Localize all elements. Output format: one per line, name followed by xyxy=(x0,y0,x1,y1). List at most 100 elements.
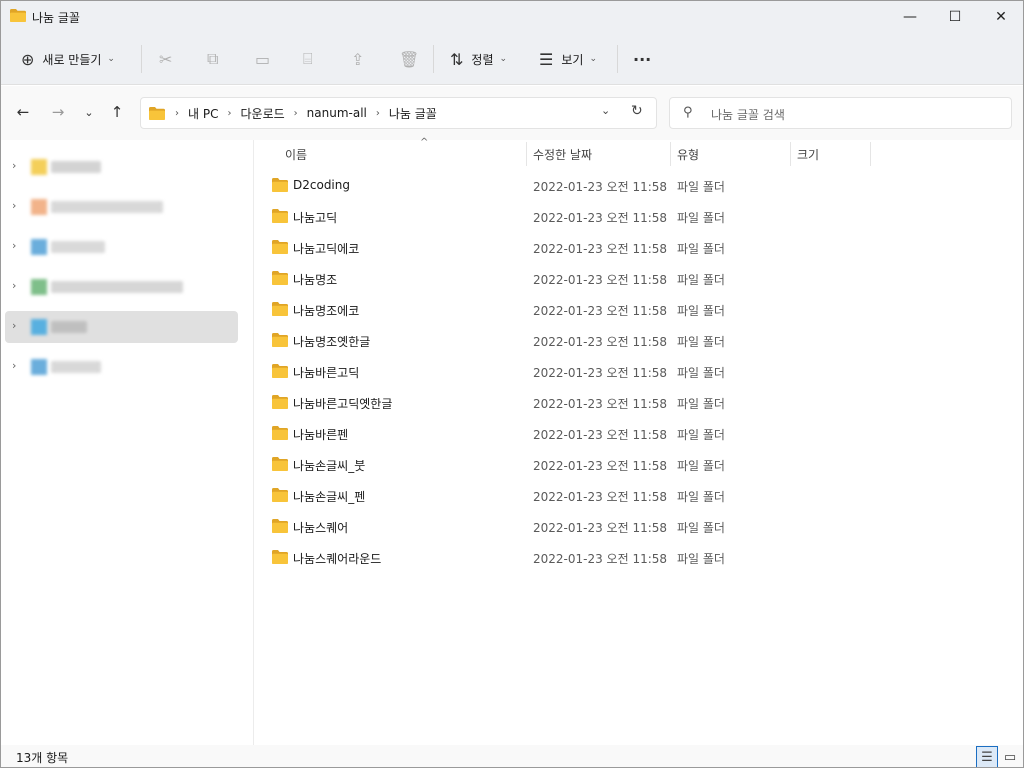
file-date: 2022-01-23 오전 11:58 xyxy=(533,397,668,411)
file-row[interactable]: 나눔손글씨_붓 2022-01-23 오전 11:58 파일 폴더 xyxy=(255,449,1023,480)
folder-icon xyxy=(10,9,26,22)
file-name: 나눔스퀘어 xyxy=(293,521,349,535)
nav-tree-item[interactable]: › xyxy=(5,191,238,223)
details-view-button[interactable]: ☰ xyxy=(976,746,998,767)
file-name: 나눔손글씨_붓 xyxy=(293,459,366,473)
navigation-row: ← → ⌄ ↑ › 내 PC › 다운로드 › nanum-all › 나눔 글… xyxy=(1,86,1023,140)
search-placeholder: 나눔 글꼴 검색 xyxy=(711,108,785,122)
file-row[interactable]: 나눔고딕에코 2022-01-23 오전 11:58 파일 폴더 xyxy=(255,232,1023,263)
refresh-icon[interactable]: ↻ xyxy=(631,103,643,119)
nav-tree-item[interactable]: › xyxy=(5,231,238,263)
file-row[interactable]: 나눔명조 2022-01-23 오전 11:58 파일 폴더 xyxy=(255,263,1023,294)
file-row[interactable]: 나눔스퀘어라운드 2022-01-23 오전 11:58 파일 폴더 xyxy=(255,542,1023,573)
file-row[interactable]: 나눔고딕 2022-01-23 오전 11:58 파일 폴더 xyxy=(255,201,1023,232)
column-header-name[interactable]: 이름 ^ xyxy=(277,137,527,168)
nav-tree-item[interactable]: › xyxy=(5,351,238,383)
delete-button[interactable]: 🗑 xyxy=(399,43,419,75)
maximize-button[interactable]: ☐ xyxy=(932,1,978,33)
file-type: 파일 폴더 xyxy=(677,428,725,442)
chevron-right-icon[interactable]: › xyxy=(12,239,16,252)
redacted-icon xyxy=(31,159,47,175)
recent-locations-button[interactable]: ⌄ xyxy=(77,100,101,124)
file-row[interactable]: D2coding 2022-01-23 오전 11:58 파일 폴더 xyxy=(255,170,1023,201)
file-type: 파일 폴더 xyxy=(677,180,725,194)
search-input[interactable]: ⚲ 나눔 글꼴 검색 xyxy=(669,97,1012,129)
file-row[interactable]: 나눔스퀘어 2022-01-23 오전 11:58 파일 폴더 xyxy=(255,511,1023,542)
rename-icon: ⌸ xyxy=(303,49,313,68)
folder-icon xyxy=(272,519,288,533)
sort-icon: ⇅ xyxy=(450,49,464,69)
column-header-label: 이름 xyxy=(285,147,308,162)
file-date: 2022-01-23 오전 11:58 xyxy=(533,180,668,194)
new-button[interactable]: ⊕ 새로 만들기 ⌄ xyxy=(21,43,115,75)
file-row[interactable]: 나눔손글씨_펜 2022-01-23 오전 11:58 파일 폴더 xyxy=(255,480,1023,511)
file-row[interactable]: 나눔바른펜 2022-01-23 오전 11:58 파일 폴더 xyxy=(255,418,1023,449)
clipboard-icon: ▭ xyxy=(255,49,271,69)
breadcrumb-current-folder[interactable]: 나눔 글꼴 xyxy=(389,105,437,122)
title-bar: 나눔 글꼴 — ☐ ✕ xyxy=(1,1,1023,33)
column-header-type[interactable]: 유형 xyxy=(669,140,789,168)
file-date: 2022-01-23 오전 11:58 xyxy=(533,459,668,473)
back-button[interactable]: ← xyxy=(11,100,35,124)
copy-button[interactable]: ⧉ xyxy=(207,43,218,75)
chevron-right-icon[interactable]: › xyxy=(12,199,16,212)
file-row[interactable]: 나눔명조옛한글 2022-01-23 오전 11:58 파일 폴더 xyxy=(255,325,1023,356)
chevron-down-icon: ⌄ xyxy=(107,54,115,64)
file-type: 파일 폴더 xyxy=(677,211,725,225)
column-header-label: 크기 xyxy=(797,147,820,162)
chevron-right-icon[interactable]: › xyxy=(12,359,16,372)
folder-icon xyxy=(272,209,288,223)
redacted-label xyxy=(51,201,163,213)
file-type: 파일 폴더 xyxy=(677,366,725,380)
file-row[interactable]: 나눔명조에코 2022-01-23 오전 11:58 파일 폴더 xyxy=(255,294,1023,325)
more-options-button[interactable]: ··· xyxy=(633,43,651,75)
column-header-date[interactable]: 수정한 날짜 xyxy=(525,140,669,168)
scissors-icon: ✂ xyxy=(159,49,173,69)
tiles-view-button[interactable]: ▭ xyxy=(999,746,1021,767)
paste-button[interactable]: ▭ xyxy=(255,43,270,75)
file-row[interactable]: 나눔바른고딕 2022-01-23 오전 11:58 파일 폴더 xyxy=(255,356,1023,387)
file-name: 나눔고딕 xyxy=(293,211,338,225)
file-row[interactable]: 나눔바른고딕옛한글 2022-01-23 오전 11:58 파일 폴더 xyxy=(255,387,1023,418)
sort-button-label: 정렬 xyxy=(471,52,494,67)
nav-tree-item[interactable]: › xyxy=(5,271,238,303)
forward-button[interactable]: → xyxy=(46,100,70,124)
file-list: 이름 ^ 수정한 날짜 유형 크기 D2coding 2022-01-23 오전 … xyxy=(255,137,1023,746)
share-icon: ⇪ xyxy=(351,49,365,69)
chevron-right-icon[interactable]: › xyxy=(12,159,16,172)
view-button[interactable]: ☰ 보기 ⌄ xyxy=(539,43,597,75)
up-button[interactable]: ↑ xyxy=(105,100,129,124)
breadcrumb-downloads[interactable]: 다운로드 xyxy=(240,105,284,122)
breadcrumb-nanum-all[interactable]: nanum-all xyxy=(307,106,367,120)
cut-button[interactable]: ✂ xyxy=(159,43,172,75)
chevron-right-icon[interactable]: › xyxy=(12,319,16,332)
folder-icon xyxy=(272,240,288,254)
close-button[interactable]: ✕ xyxy=(978,1,1023,33)
column-header-label: 수정한 날짜 xyxy=(533,147,593,162)
search-icon: ⚲ xyxy=(683,105,693,120)
file-name: 나눔고딕에코 xyxy=(293,242,360,256)
minimize-button[interactable]: — xyxy=(887,1,933,33)
nav-tree-item-selected[interactable]: › xyxy=(5,311,238,343)
file-type: 파일 폴더 xyxy=(677,335,725,349)
address-history-dropdown[interactable]: ⌄ xyxy=(601,104,610,117)
toolbar-divider xyxy=(617,45,618,73)
file-date: 2022-01-23 오전 11:58 xyxy=(533,304,668,318)
rename-button[interactable]: ⌸ xyxy=(303,43,313,75)
redacted-icon xyxy=(31,359,47,375)
folder-icon xyxy=(272,178,288,192)
column-divider[interactable] xyxy=(870,142,871,166)
folder-icon xyxy=(272,488,288,502)
chevron-right-icon[interactable]: › xyxy=(12,279,16,292)
breadcrumb-this-pc[interactable]: 내 PC xyxy=(188,105,218,122)
file-type: 파일 폴더 xyxy=(677,490,725,504)
sort-button[interactable]: ⇅ 정렬 ⌄ xyxy=(450,43,507,75)
column-header-size[interactable]: 크기 xyxy=(789,140,869,168)
file-type: 파일 폴더 xyxy=(677,304,725,318)
file-date: 2022-01-23 오전 11:58 xyxy=(533,428,668,442)
address-bar[interactable]: › 내 PC › 다운로드 › nanum-all › 나눔 글꼴 ⌄ ↻ xyxy=(140,97,657,129)
nav-tree-item[interactable]: › xyxy=(5,151,238,183)
share-button[interactable]: ⇪ xyxy=(351,43,364,75)
redacted-label xyxy=(51,161,101,173)
file-date: 2022-01-23 오전 11:58 xyxy=(533,335,668,349)
